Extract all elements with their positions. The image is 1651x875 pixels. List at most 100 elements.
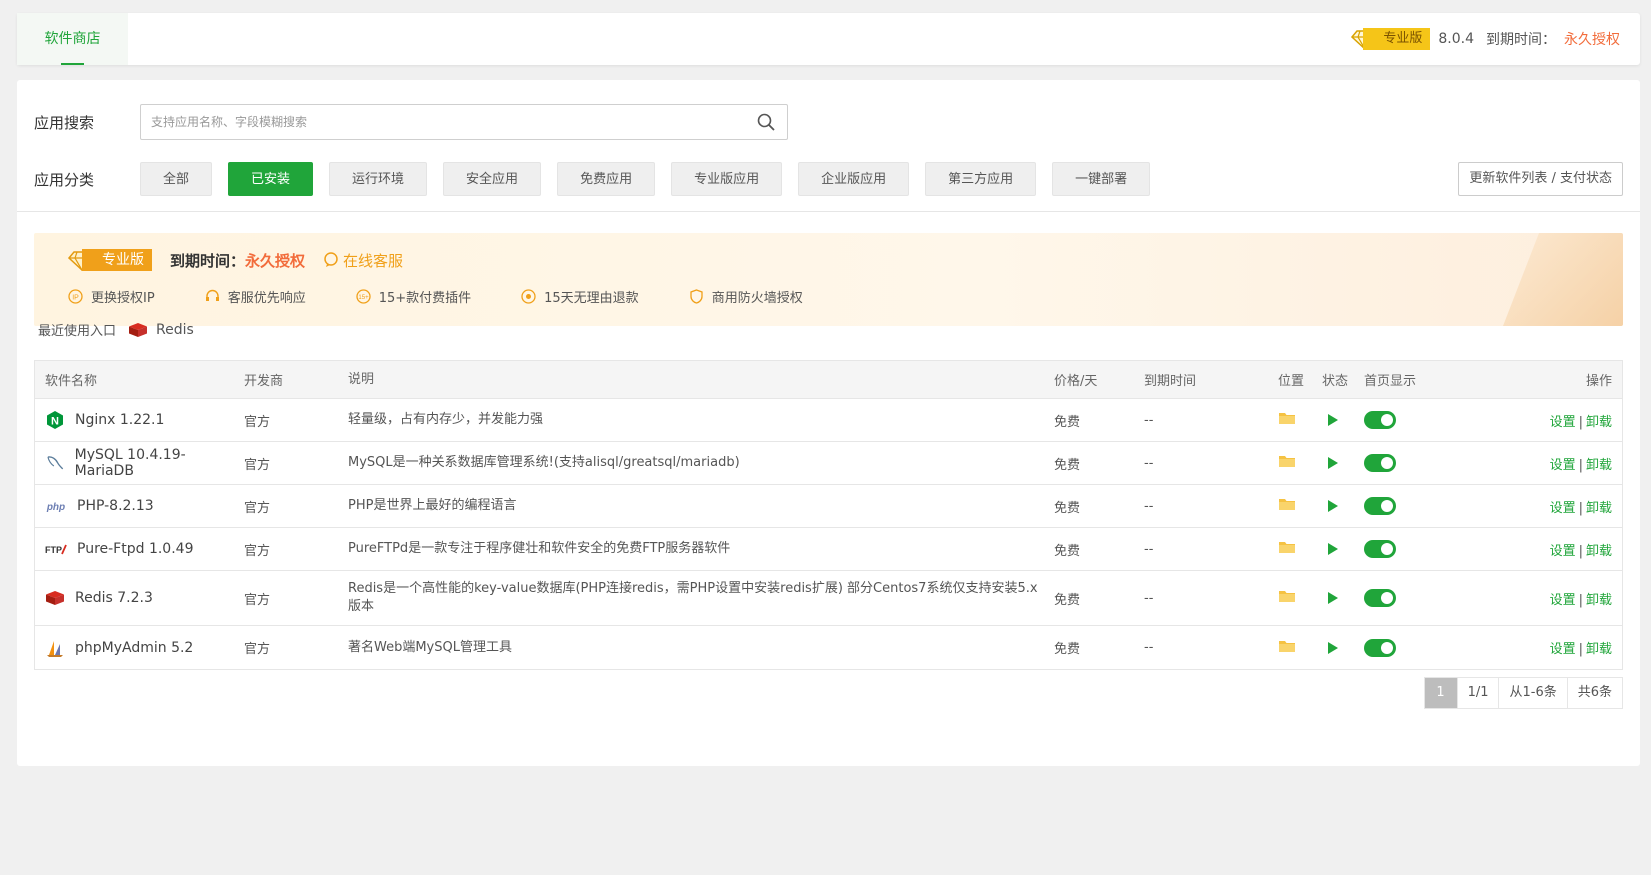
uninstall-link[interactable]: 卸载: [1586, 458, 1612, 473]
developer-cell: 官方: [244, 592, 271, 608]
operations-cell: 设置 | 卸载: [1434, 540, 1622, 559]
category-installed[interactable]: 已安装: [228, 162, 314, 196]
home-display-toggle[interactable]: [1364, 411, 1396, 429]
status-cell: [1322, 543, 1364, 555]
home-display-toggle[interactable]: [1364, 540, 1396, 558]
ftp-icon: FTP: [45, 544, 67, 555]
location-cell: [1278, 454, 1322, 472]
home-display-toggle[interactable]: [1364, 638, 1396, 657]
recent-item-redis[interactable]: Redis: [128, 322, 194, 338]
folder-icon[interactable]: [1278, 639, 1296, 653]
play-icon[interactable]: [1328, 500, 1338, 512]
category-enterprise[interactable]: 企业版应用: [798, 162, 910, 196]
table-row: FTP Pure-Ftpd 1.0.49 官方 PureFTPd是一款专注于程序…: [35, 528, 1622, 571]
chat-icon: [324, 252, 338, 267]
status-cell: [1322, 592, 1364, 604]
home-display-cell: [1364, 454, 1434, 472]
row-name-cell: MySQL 10.4.19-MariaDB: [35, 447, 242, 479]
category-all[interactable]: 全部: [140, 162, 213, 196]
play-icon[interactable]: [1328, 592, 1338, 604]
tab-software-store[interactable]: 软件商店: [17, 13, 128, 65]
pro-banner: 专业版 到期时间： 永久授权 在线客服 IP 更换授权IP 客服优先响应 15+…: [34, 233, 1623, 326]
settings-link[interactable]: 设置: [1550, 501, 1576, 516]
developer-cell: 官方: [244, 543, 271, 559]
software-name: Pure-Ftpd 1.0.49: [77, 541, 194, 557]
refund-icon: [521, 289, 536, 304]
software-name: Redis 7.2.3: [75, 590, 153, 606]
expire-cell: --: [1144, 412, 1154, 428]
software-name: PHP-8.2.13: [77, 498, 154, 514]
location-cell: [1278, 589, 1322, 607]
expire-value: 永久授权: [1564, 32, 1620, 48]
search-input[interactable]: [141, 105, 787, 139]
uninstall-link[interactable]: 卸载: [1586, 415, 1612, 430]
home-display-toggle[interactable]: [1364, 454, 1396, 472]
col-status: 状态: [1322, 374, 1349, 389]
folder-icon[interactable]: [1278, 454, 1296, 468]
settings-link[interactable]: 设置: [1550, 642, 1576, 657]
category-free[interactable]: 免费应用: [557, 162, 656, 196]
feature-support: 客服优先响应: [205, 287, 306, 306]
category-pro[interactable]: 专业版应用: [671, 162, 783, 196]
price-cell: 免费: [1054, 592, 1081, 608]
folder-icon[interactable]: [1278, 497, 1296, 511]
redis-icon: [46, 591, 64, 605]
settings-link[interactable]: 设置: [1550, 415, 1576, 430]
play-icon[interactable]: [1328, 414, 1338, 426]
developer-cell: 官方: [244, 457, 271, 473]
status-cell: [1322, 500, 1364, 512]
row-name-cell: php PHP-8.2.13: [35, 498, 242, 514]
version-text: 8.0.4: [1438, 31, 1474, 47]
location-cell: [1278, 411, 1322, 429]
search-icon[interactable]: [757, 113, 775, 131]
category-security[interactable]: 安全应用: [443, 162, 542, 196]
plugin-icon: 15+: [356, 289, 371, 304]
price-cell: 免费: [1054, 500, 1081, 516]
home-display-cell: [1364, 638, 1434, 657]
search-label: 应用搜索: [34, 113, 95, 132]
uninstall-link[interactable]: 卸载: [1586, 501, 1612, 516]
folder-icon[interactable]: [1278, 411, 1296, 425]
table-row: phpMyAdmin 5.2 官方 著名Web端MySQL管理工具 免费 -- …: [35, 626, 1622, 669]
category-runtime[interactable]: 运行环境: [329, 162, 428, 196]
tab-software-store-label: 软件商店: [44, 31, 101, 47]
online-service-link[interactable]: 在线客服: [323, 250, 403, 271]
operations-cell: 设置 | 卸载: [1434, 638, 1622, 657]
settings-link[interactable]: 设置: [1550, 458, 1576, 473]
recent-label: 最近使用入口: [38, 324, 117, 339]
shield-icon: [690, 289, 703, 304]
page-total: 共6条: [1566, 678, 1622, 708]
feature-support-label: 客服优先响应: [227, 291, 306, 306]
category-one-click[interactable]: 一键部署: [1052, 162, 1151, 196]
row-name-cell: Redis 7.2.3: [35, 590, 242, 606]
play-icon[interactable]: [1328, 543, 1338, 555]
settings-link[interactable]: 设置: [1550, 544, 1576, 559]
refresh-list-button[interactable]: 更新软件列表 / 支付状态: [1458, 162, 1623, 196]
home-display-toggle[interactable]: [1364, 589, 1396, 607]
location-cell: [1278, 540, 1322, 558]
search-box: [140, 104, 788, 140]
folder-icon[interactable]: [1278, 589, 1296, 603]
feature-ip: IP 更换授权IP: [68, 287, 155, 306]
pro-label: 专业版: [1363, 28, 1431, 50]
recent-entries: 最近使用入口 Redis: [38, 320, 194, 340]
category-third-party[interactable]: 第三方应用: [925, 162, 1037, 196]
folder-icon[interactable]: [1278, 540, 1296, 554]
settings-link[interactable]: 设置: [1550, 593, 1576, 608]
play-icon[interactable]: [1328, 641, 1338, 654]
category-label: 应用分类: [34, 170, 95, 189]
category-row: 应用分类 全部 已安装 运行环境 安全应用 免费应用 专业版应用 企业版应用 第…: [34, 162, 1151, 196]
pro-badge[interactable]: 专业版: [1351, 28, 1431, 50]
uninstall-link[interactable]: 卸载: [1586, 593, 1612, 608]
play-icon[interactable]: [1328, 457, 1338, 469]
license-info: 专业版 8.0.4 到期时间： 永久授权: [1351, 13, 1620, 65]
page-current[interactable]: 1: [1424, 678, 1457, 708]
col-developer: 开发商: [244, 374, 284, 389]
tab-active-underline: [61, 63, 84, 65]
uninstall-link[interactable]: 卸载: [1586, 544, 1612, 559]
svg-text:N: N: [51, 416, 59, 428]
operations-cell: 设置 | 卸载: [1434, 454, 1622, 473]
uninstall-link[interactable]: 卸载: [1586, 642, 1612, 657]
svg-text:15+: 15+: [358, 295, 369, 301]
home-display-toggle[interactable]: [1364, 497, 1396, 515]
